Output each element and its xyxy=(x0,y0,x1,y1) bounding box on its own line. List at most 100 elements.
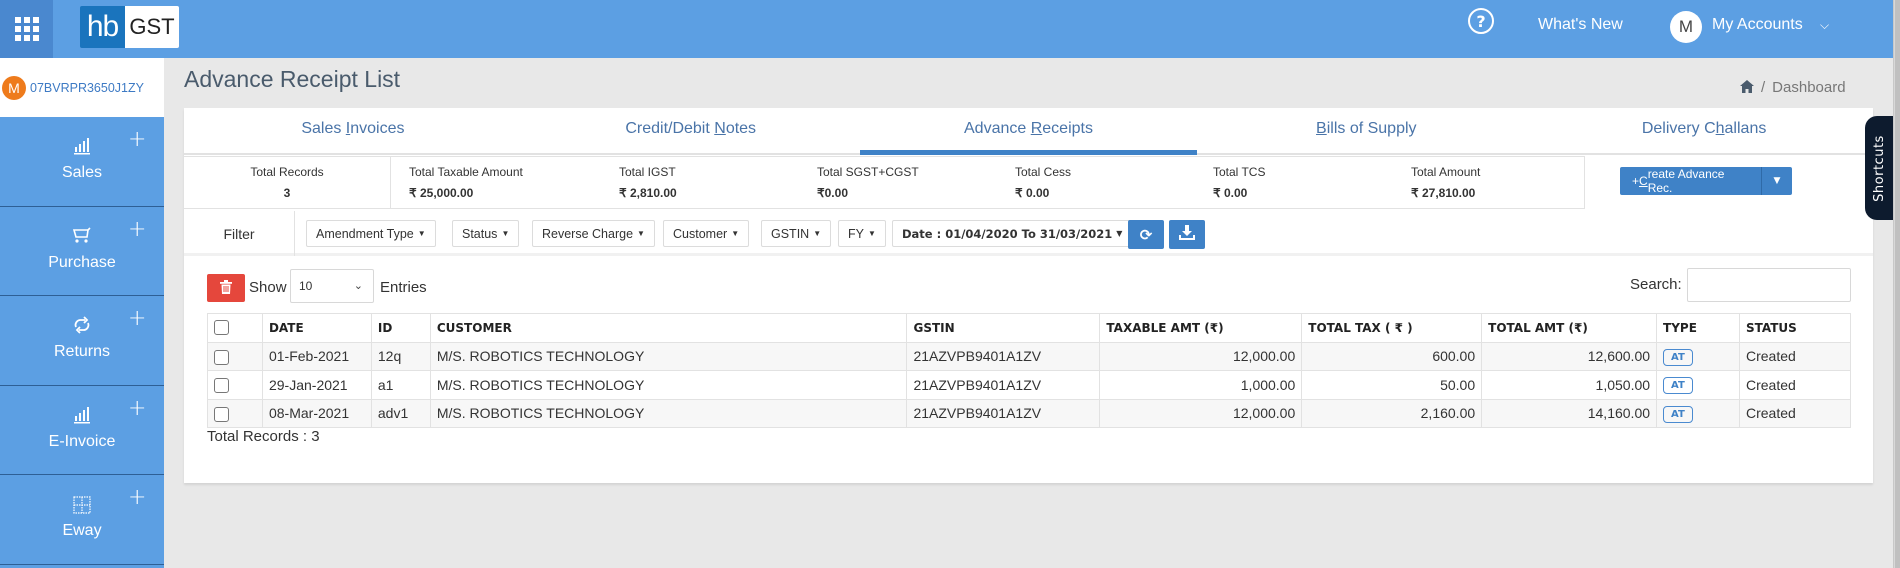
tab-advance-receipts[interactable]: Advance Receipts xyxy=(859,108,1198,155)
column-total-amt[interactable]: TOTAL AMT (₹) xyxy=(1481,313,1658,343)
caret-down-icon: ▼ xyxy=(417,229,426,238)
tab-sales-invoices[interactable]: Sales Invoices xyxy=(184,108,522,153)
account-gstin[interactable]: 07BVRPR3650J1ZY xyxy=(30,81,144,95)
add-returns-plus-icon[interactable]: + xyxy=(128,306,146,331)
cell-date: 08-Mar-2021 xyxy=(261,398,372,428)
filter-gstin[interactable]: GSTIN ▼ xyxy=(761,220,832,247)
table-row[interactable]: 08-Mar-2021 adv1 M/S. ROBOTICS TECHNOLOG… xyxy=(207,398,1852,428)
type-badge: AT xyxy=(1663,377,1693,395)
cell-status: Created xyxy=(1738,341,1852,371)
caret-down-icon: ▼ xyxy=(637,229,645,238)
refresh-button[interactable]: ⟳ xyxy=(1128,220,1164,249)
column-date[interactable]: DATE xyxy=(261,313,372,343)
cell-type: AT xyxy=(1656,398,1740,428)
column-id[interactable]: ID xyxy=(370,313,431,343)
search-input[interactable] xyxy=(1687,268,1851,302)
stat-total-igst: Total IGST ₹ 2,810.00 xyxy=(619,165,677,200)
chevron-down-icon: ⌄ xyxy=(353,280,363,292)
column-taxable-amt[interactable]: TAXABLE AMT (₹) xyxy=(1099,313,1303,343)
cell-status: Created xyxy=(1738,398,1852,428)
type-badge: AT xyxy=(1663,405,1693,423)
scrollbar-thumb[interactable] xyxy=(1895,0,1900,568)
breadcrumb-dashboard[interactable]: Dashboard xyxy=(1772,79,1845,96)
create-options-caret-icon[interactable]: ▼ xyxy=(1762,167,1792,195)
add-e-invoice-plus-icon[interactable]: + xyxy=(128,396,146,421)
my-accounts-menu[interactable]: My Accounts xyxy=(1712,16,1803,34)
sidebar-item-purchase[interactable]: Purchase + xyxy=(0,207,164,296)
filter-fy[interactable]: FY ▼ xyxy=(838,220,886,247)
row-checkbox[interactable] xyxy=(207,341,263,371)
row-checkbox[interactable] xyxy=(207,398,263,428)
sidebar-item-returns[interactable]: Returns + xyxy=(0,296,164,386)
cell-gstin: 21AZVPB9401A1ZV xyxy=(906,398,1101,428)
column-status[interactable]: STATUS xyxy=(1738,313,1852,343)
sidebar-item-label: Purchase xyxy=(48,253,116,271)
sidebar-item-label: E-Invoice xyxy=(48,432,116,450)
entries-per-page-select[interactable]: 10 ⌄ xyxy=(290,269,374,303)
page-scrollbar[interactable] xyxy=(1893,0,1900,568)
sidebar-item-eway[interactable]: Eway + xyxy=(0,475,164,565)
home-icon[interactable] xyxy=(1740,79,1754,96)
create-advance-receipt-group: + Create Advance Rec. ▼ xyxy=(1620,167,1792,195)
filter-status[interactable]: Status ▼ xyxy=(452,220,520,247)
chevron-down-icon[interactable]: ⌵ xyxy=(1820,18,1829,33)
cell-customer: M/S. ROBOTICS TECHNOLOGY xyxy=(429,370,908,400)
cell-date: 29-Jan-2021 xyxy=(261,370,372,400)
cell-id[interactable]: adv1 xyxy=(370,398,431,428)
add-purchase-plus-icon[interactable]: + xyxy=(128,217,146,242)
stat-total-cess: Total Cess ₹ 0.00 xyxy=(1015,165,1072,200)
sidebar-item-label: Returns xyxy=(53,343,111,360)
top-header: hb GST ? What's New M My Accounts ⌵ xyxy=(0,0,1893,58)
add-sales-plus-icon[interactable]: + xyxy=(128,127,146,152)
sidebar-item-sales[interactable]: Sales + xyxy=(0,117,164,207)
filter-date-range[interactable]: Date : 01/04/2020 To 31/03/2021 ▼ xyxy=(892,220,1133,247)
filter-reverse-charge[interactable]: Reverse Charge ▼ xyxy=(532,220,655,247)
whats-new-link[interactable]: What's New xyxy=(1538,16,1623,34)
trash-icon xyxy=(220,279,232,298)
cell-total-tax: 600.00 xyxy=(1301,341,1483,371)
total-records-footer: Total Records : 3 xyxy=(207,428,320,445)
download-icon xyxy=(1179,225,1195,244)
column-type[interactable]: TYPE xyxy=(1656,313,1740,343)
create-advance-receipt-button[interactable]: + Create Advance Rec. xyxy=(1620,167,1762,195)
column-total-tax[interactable]: TOTAL TAX ( ₹ ) xyxy=(1301,313,1483,343)
column-gstin[interactable]: GSTIN xyxy=(906,313,1101,343)
avatar[interactable]: M xyxy=(1670,11,1702,43)
tab-bills-of-supply[interactable]: Bills of Supply xyxy=(1197,108,1535,153)
tab-delivery-challans[interactable]: Delivery Challans xyxy=(1535,108,1873,153)
cell-date: 01-Feb-2021 xyxy=(261,341,372,371)
stat-total-sgst-cgst: Total SGST+CGST ₹0.00 xyxy=(817,165,919,200)
cell-gstin: 21AZVPB9401A1ZV xyxy=(906,370,1101,400)
help-icon[interactable]: ? xyxy=(1468,8,1494,34)
sidebar-item-e-invoice[interactable]: E-Invoice + xyxy=(0,386,164,475)
table-row[interactable]: 29-Jan-2021 a1 M/S. ROBOTICS TECHNOLOGY … xyxy=(207,370,1852,400)
caret-down-icon: ▼ xyxy=(501,229,510,238)
download-button[interactable] xyxy=(1169,220,1205,249)
show-label: Show xyxy=(249,279,287,296)
apps-menu-button[interactable] xyxy=(0,0,53,58)
filter-customer[interactable]: Customer ▼ xyxy=(663,220,750,247)
cell-customer: M/S. ROBOTICS TECHNOLOGY xyxy=(429,398,908,428)
hbgst-logo[interactable]: hb GST xyxy=(80,6,179,48)
column-customer[interactable]: CUSTOMER xyxy=(429,313,908,343)
caret-down-icon: ▼ xyxy=(813,229,822,238)
cell-id[interactable]: 12q xyxy=(370,341,431,371)
row-checkbox[interactable] xyxy=(207,370,263,400)
refresh-icon: ⟳ xyxy=(1139,225,1153,244)
entries-label: Entries xyxy=(380,279,427,296)
page-title: Advance Receipt List xyxy=(184,66,401,92)
delete-button[interactable] xyxy=(207,274,245,302)
add-eway-plus-icon[interactable]: + xyxy=(128,485,146,510)
cell-total-amt: 12,600.00 xyxy=(1481,341,1658,371)
cell-type: AT xyxy=(1656,341,1740,371)
summary-stats: Total Records 3 Total Taxable Amount ₹ 25,… xyxy=(184,156,1585,209)
table-row[interactable]: 01-Feb-2021 12q M/S. ROBOTICS TECHNOLOGY… xyxy=(207,341,1852,371)
filter-amendment-type[interactable]: Amendment Type ▼ xyxy=(306,220,436,247)
tab-credit-debit-notes[interactable]: Credit/Debit Notes xyxy=(522,108,860,153)
main-panel: Sales Invoices Credit/Debit Notes Advanc… xyxy=(184,108,1873,483)
select-all-checkbox[interactable] xyxy=(207,313,263,343)
cell-id[interactable]: a1 xyxy=(370,370,431,400)
shortcuts-tab[interactable]: Shortcuts xyxy=(1865,116,1893,220)
sidebar-account[interactable]: M 07BVRPR3650J1ZY xyxy=(0,58,164,117)
advance-receipts-table: DATE ID CUSTOMER GSTIN TAXABLE AMT (₹) T… xyxy=(207,313,1852,428)
